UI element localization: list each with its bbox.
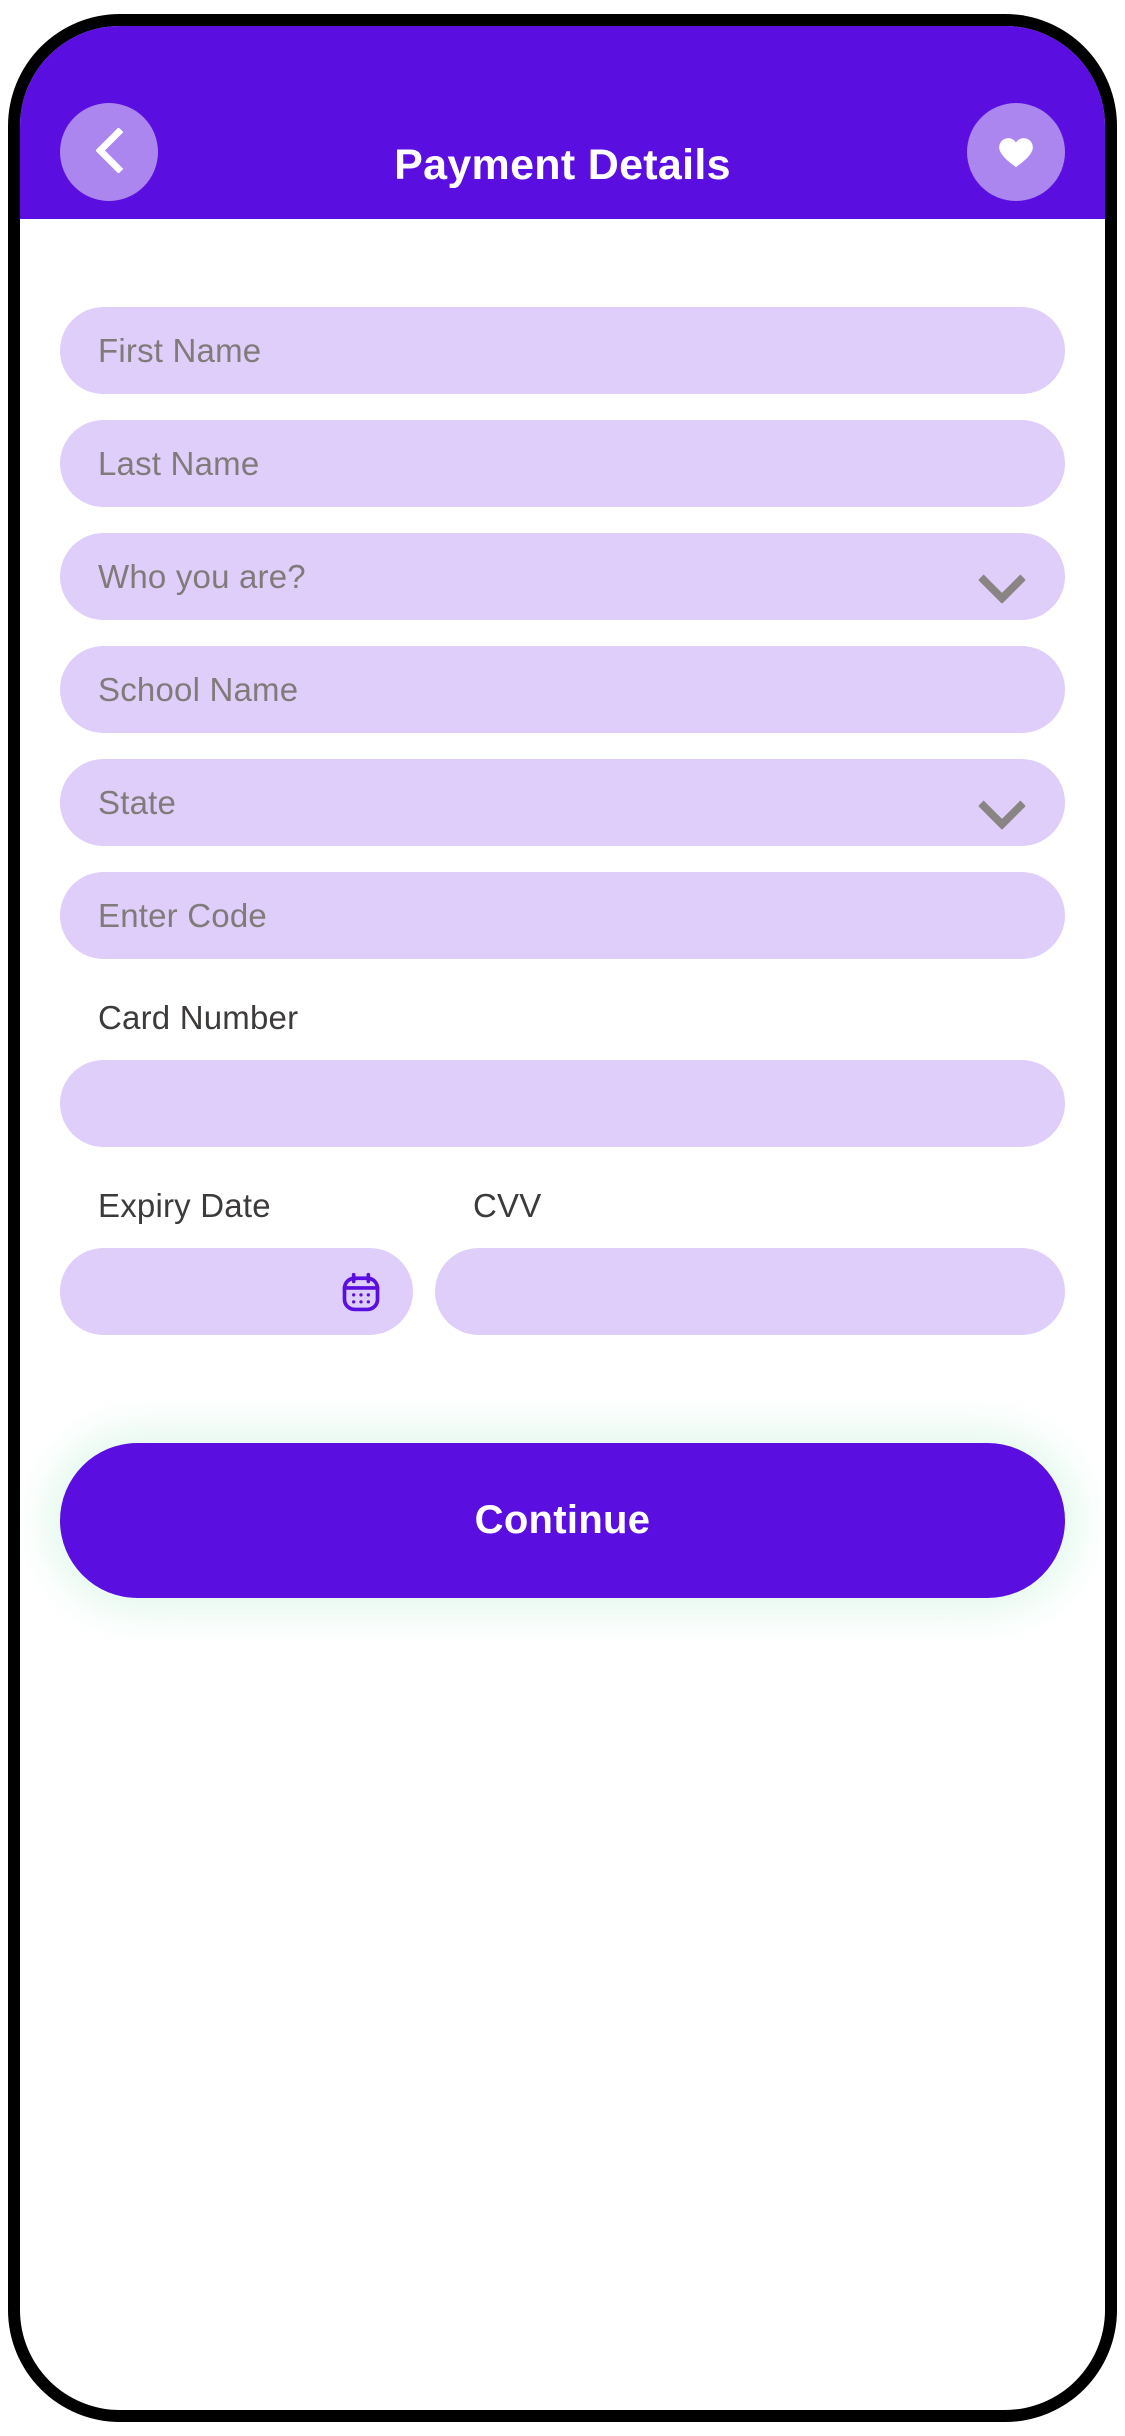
field-first-name[interactable]: First Name bbox=[60, 307, 1065, 394]
payment-form: First Name Last Name Who you are? School… bbox=[20, 219, 1105, 1335]
cvv-input[interactable] bbox=[435, 1248, 1065, 1335]
expiry-cvv-fields bbox=[60, 1248, 1065, 1335]
state-select[interactable]: State bbox=[60, 759, 1065, 846]
expiry-date-label: Expiry Date bbox=[98, 1187, 271, 1224]
first-name-input[interactable]: First Name bbox=[60, 307, 1065, 394]
state-placeholder: State bbox=[98, 784, 177, 821]
who-you-are-placeholder: Who you are? bbox=[98, 558, 306, 595]
last-name-input[interactable]: Last Name bbox=[60, 420, 1065, 507]
cvv-label: CVV bbox=[473, 1187, 542, 1224]
enter-code-placeholder: Enter Code bbox=[98, 897, 267, 934]
favorite-button[interactable] bbox=[967, 103, 1065, 201]
chevron-left-icon bbox=[96, 129, 122, 175]
phone-screen: Payment Details First Name Last Name Who… bbox=[20, 26, 1105, 2410]
bottom-spacer bbox=[20, 1598, 1105, 1728]
device-frame: Payment Details First Name Last Name Who… bbox=[8, 14, 1117, 2422]
app-header: Payment Details bbox=[20, 26, 1105, 219]
heart-icon bbox=[999, 138, 1033, 167]
field-school-name[interactable]: School Name bbox=[60, 646, 1065, 733]
continue-button[interactable]: Continue bbox=[60, 1443, 1065, 1598]
field-last-name[interactable]: Last Name bbox=[60, 420, 1065, 507]
expiry-cvv-labels: Expiry Date CVV bbox=[60, 1189, 1065, 1222]
chevron-down-icon[interactable] bbox=[983, 789, 1017, 823]
who-you-are-select[interactable]: Who you are? bbox=[60, 533, 1065, 620]
expiry-date-input[interactable] bbox=[60, 1248, 413, 1335]
card-number-input[interactable] bbox=[60, 1060, 1065, 1147]
field-card-number[interactable] bbox=[60, 1060, 1065, 1147]
first-name-placeholder: First Name bbox=[98, 332, 262, 369]
field-enter-code[interactable]: Enter Code bbox=[60, 872, 1065, 959]
field-state[interactable]: State bbox=[60, 759, 1065, 846]
last-name-placeholder: Last Name bbox=[98, 445, 260, 482]
continue-section: Continue bbox=[20, 1443, 1105, 1598]
chevron-down-icon[interactable] bbox=[983, 563, 1017, 597]
enter-code-input[interactable]: Enter Code bbox=[60, 872, 1065, 959]
calendar-icon[interactable] bbox=[339, 1270, 383, 1314]
school-name-placeholder: School Name bbox=[98, 671, 299, 708]
back-button[interactable] bbox=[60, 103, 158, 201]
page-title: Payment Details bbox=[394, 141, 731, 189]
field-who-you-are[interactable]: Who you are? bbox=[60, 533, 1065, 620]
school-name-input[interactable]: School Name bbox=[60, 646, 1065, 733]
card-number-label: Card Number bbox=[98, 999, 299, 1036]
